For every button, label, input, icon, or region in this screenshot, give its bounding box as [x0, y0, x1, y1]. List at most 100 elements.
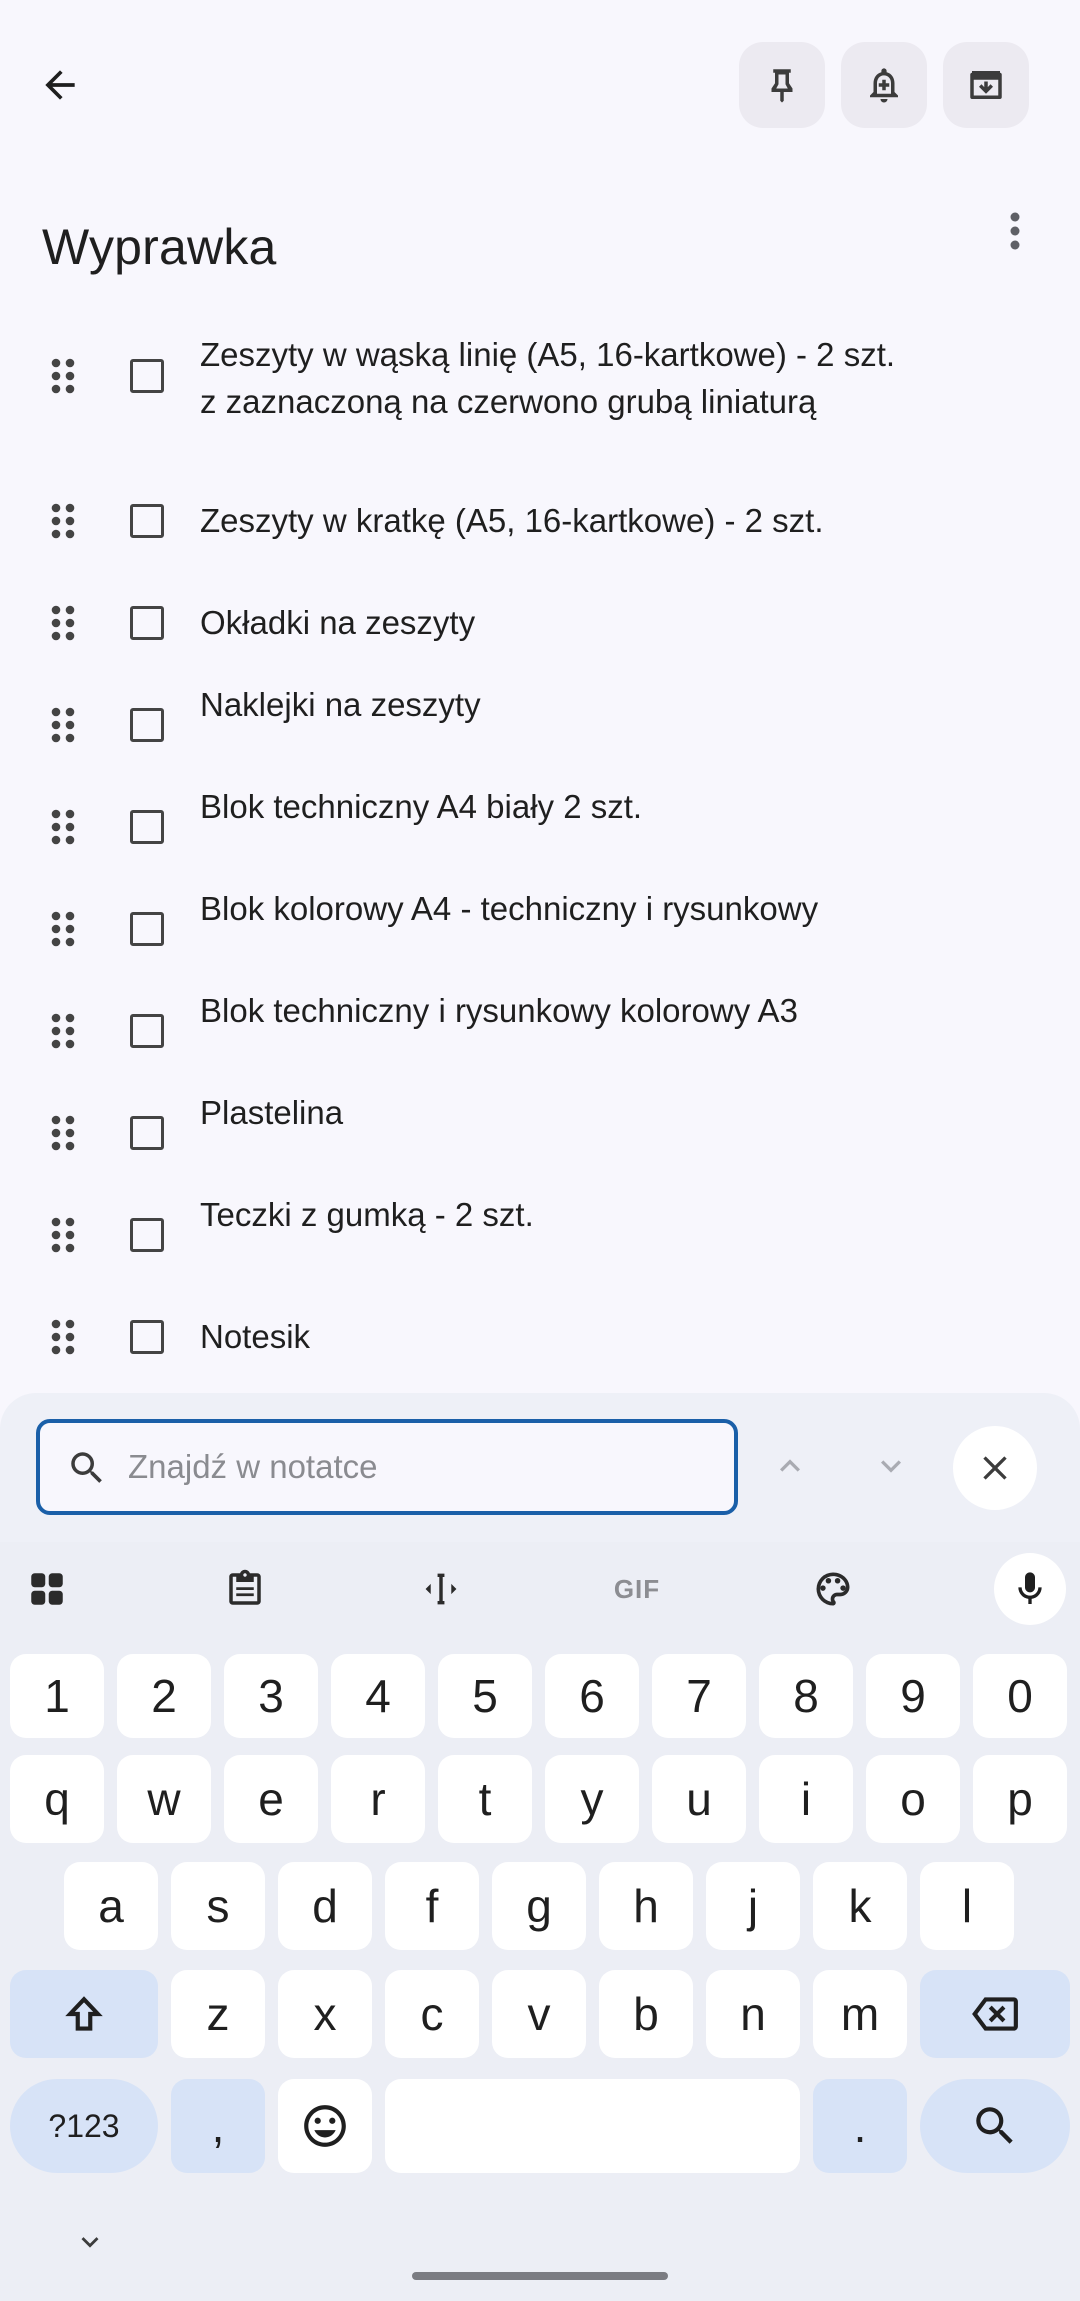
gesture-bar	[412, 2272, 668, 2280]
item-checkbox[interactable]	[130, 912, 164, 946]
more-options-button[interactable]	[995, 205, 1035, 257]
shift-key[interactable]	[10, 1970, 158, 2058]
key-m[interactable]: m	[813, 1970, 907, 2058]
key-8[interactable]: 8	[759, 1654, 853, 1738]
theme-button[interactable]	[788, 1554, 878, 1624]
gif-button[interactable]: GIF	[592, 1554, 682, 1624]
gif-icon: GIF	[613, 1573, 661, 1604]
key-x[interactable]: x	[278, 1970, 372, 2058]
item-text[interactable]: Blok techniczny A4 biały 2 szt.	[200, 783, 1030, 830]
clipboard-button[interactable]	[200, 1554, 290, 1624]
key-7[interactable]: 7	[652, 1654, 746, 1738]
archive-button[interactable]	[943, 42, 1029, 128]
key-y[interactable]: y	[545, 1755, 639, 1843]
item-text[interactable]: Blok kolorowy A4 - techniczny i rysunkow…	[200, 885, 1030, 932]
symbols-key[interactable]: ?123	[10, 2079, 158, 2173]
search-action-key[interactable]	[920, 2079, 1070, 2173]
item-text[interactable]: Okładki na zeszyty	[200, 599, 1030, 646]
key-5[interactable]: 5	[438, 1654, 532, 1738]
previous-match-button[interactable]	[754, 1430, 826, 1502]
arrow-back-icon	[38, 63, 82, 107]
close-find-button[interactable]	[953, 1426, 1037, 1510]
comma-key[interactable]: ,	[171, 2079, 265, 2173]
reminder-button[interactable]	[841, 42, 927, 128]
key-b[interactable]: b	[599, 1970, 693, 2058]
drag-handle-icon[interactable]	[50, 1216, 76, 1254]
key-2[interactable]: 2	[117, 1654, 211, 1738]
key-r[interactable]: r	[331, 1755, 425, 1843]
next-match-button[interactable]	[855, 1430, 927, 1502]
item-text[interactable]: Naklejki na zeszyty	[200, 681, 1030, 728]
drag-handle-icon[interactable]	[50, 808, 76, 846]
key-t[interactable]: t	[438, 1755, 532, 1843]
pin-icon	[761, 64, 803, 106]
key-c[interactable]: c	[385, 1970, 479, 2058]
item-checkbox[interactable]	[130, 1014, 164, 1048]
find-field[interactable]	[36, 1419, 738, 1515]
drag-handle-icon[interactable]	[50, 502, 76, 540]
item-checkbox[interactable]	[130, 1116, 164, 1150]
apps-grid-button[interactable]	[2, 1554, 92, 1624]
item-text[interactable]: Teczki z gumką - 2 szt.	[200, 1191, 1030, 1238]
key-z[interactable]: z	[171, 1970, 265, 2058]
period-key[interactable]: .	[813, 2079, 907, 2173]
item-checkbox[interactable]	[130, 606, 164, 640]
key-h[interactable]: h	[599, 1862, 693, 1950]
key-v[interactable]: v	[492, 1970, 586, 2058]
key-u[interactable]: u	[652, 1755, 746, 1843]
item-text[interactable]: Notesik	[200, 1313, 1030, 1360]
item-checkbox[interactable]	[130, 504, 164, 538]
emoji-icon	[300, 2101, 350, 2151]
shift-icon	[59, 1989, 109, 2039]
drag-handle-icon[interactable]	[50, 357, 76, 395]
drag-handle-icon[interactable]	[50, 1114, 76, 1152]
key-6[interactable]: 6	[545, 1654, 639, 1738]
key-k[interactable]: k	[813, 1862, 907, 1950]
drag-handle-icon[interactable]	[50, 910, 76, 948]
voice-input-button[interactable]	[994, 1553, 1066, 1625]
key-i[interactable]: i	[759, 1755, 853, 1843]
key-g[interactable]: g	[492, 1862, 586, 1950]
item-text[interactable]: Blok techniczny i rysunkowy kolorowy A3	[200, 987, 1030, 1034]
item-checkbox[interactable]	[130, 359, 164, 393]
space-key[interactable]	[385, 2079, 800, 2173]
key-p[interactable]: p	[973, 1755, 1067, 1843]
item-text[interactable]: Zeszyty w wąską linię (A5, 16-kartkowe) …	[200, 331, 1030, 425]
key-n[interactable]: n	[706, 1970, 800, 2058]
item-checkbox[interactable]	[130, 708, 164, 742]
key-j[interactable]: j	[706, 1862, 800, 1950]
key-o[interactable]: o	[866, 1755, 960, 1843]
more-vert-icon	[1009, 211, 1021, 251]
hide-keyboard-button[interactable]	[70, 2222, 110, 2262]
back-button[interactable]	[20, 45, 100, 125]
key-0[interactable]: 0	[973, 1654, 1067, 1738]
item-text[interactable]: Plastelina	[200, 1089, 1030, 1136]
reminder-bell-icon	[863, 64, 905, 106]
key-s[interactable]: s	[171, 1862, 265, 1950]
item-checkbox[interactable]	[130, 1320, 164, 1354]
text-cursor-button[interactable]	[396, 1554, 486, 1624]
drag-handle-icon[interactable]	[50, 1012, 76, 1050]
item-checkbox[interactable]	[130, 1218, 164, 1252]
key-d[interactable]: d	[278, 1862, 372, 1950]
key-4[interactable]: 4	[331, 1654, 425, 1738]
drag-handle-icon[interactable]	[50, 604, 76, 642]
key-3[interactable]: 3	[224, 1654, 318, 1738]
key-f[interactable]: f	[385, 1862, 479, 1950]
key-e[interactable]: e	[224, 1755, 318, 1843]
key-l[interactable]: l	[920, 1862, 1014, 1950]
key-q[interactable]: q	[10, 1755, 104, 1843]
key-a[interactable]: a	[64, 1862, 158, 1950]
drag-handle-icon[interactable]	[50, 706, 76, 744]
note-title[interactable]: Wyprawka	[42, 218, 277, 276]
emoji-key[interactable]	[278, 2079, 372, 2173]
item-checkbox[interactable]	[130, 810, 164, 844]
key-9[interactable]: 9	[866, 1654, 960, 1738]
drag-handle-icon[interactable]	[50, 1318, 76, 1356]
item-text[interactable]: Zeszyty w kratkę (A5, 16-kartkowe) - 2 s…	[200, 497, 1030, 544]
find-input[interactable]	[128, 1423, 718, 1511]
key-w[interactable]: w	[117, 1755, 211, 1843]
backspace-key[interactable]	[920, 1970, 1070, 2058]
key-1[interactable]: 1	[10, 1654, 104, 1738]
pin-button[interactable]	[739, 42, 825, 128]
